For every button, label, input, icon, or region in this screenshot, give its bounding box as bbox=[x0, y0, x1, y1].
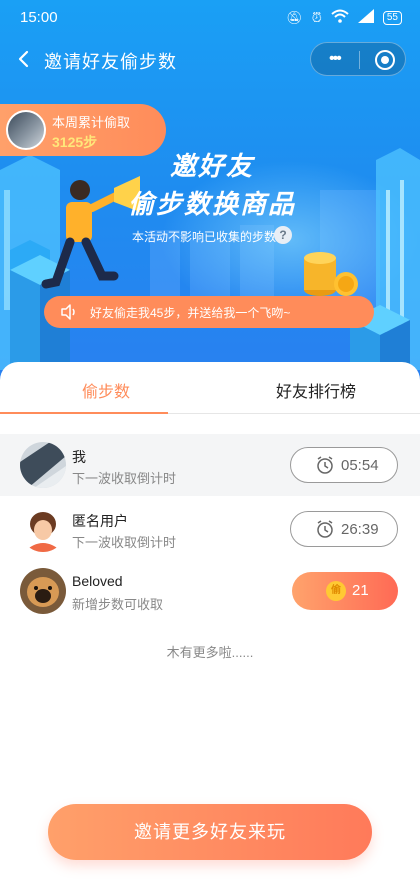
tab-bar: 偷步数 好友排行榜 bbox=[0, 362, 420, 414]
avatar bbox=[6, 110, 46, 150]
friend-name: 匿名用户 bbox=[72, 513, 128, 529]
list-item[interactable]: 匿名用户 下一波收取倒计时 26:39 bbox=[0, 498, 420, 560]
mute-icon: 🔕︎ bbox=[286, 9, 303, 25]
active-tab-indicator bbox=[0, 412, 168, 414]
page-title: 邀请好友偷步数 bbox=[44, 52, 177, 72]
list-item[interactable]: Beloved 新增步数可收取 偷 21 bbox=[0, 560, 420, 622]
nav-bar: 邀请好友偷步数 ••• bbox=[0, 36, 420, 82]
weekly-steal-label: 本周累计偷取 bbox=[52, 115, 131, 130]
friend-name: Beloved bbox=[72, 573, 123, 589]
coins-illustration bbox=[304, 252, 358, 296]
hero-title-line1: 邀好友 bbox=[170, 151, 255, 181]
status-bar: 15:00 🔕︎ ⏰︎ 55 bbox=[0, 0, 420, 36]
more-dots-icon[interactable]: ••• bbox=[329, 51, 342, 67]
notice-text: 好友偷走我45步，并送给我一个飞吻~ bbox=[90, 306, 291, 320]
back-arrow-icon[interactable] bbox=[10, 44, 40, 74]
tab-steal-steps[interactable]: 偷步数 bbox=[82, 378, 130, 402]
collectable-steps: 21 bbox=[352, 582, 369, 599]
friend-name: 我 bbox=[72, 449, 86, 465]
speaker-icon bbox=[61, 304, 75, 320]
avatar bbox=[20, 442, 66, 488]
close-target-icon[interactable] bbox=[375, 50, 395, 70]
help-icon[interactable]: ? bbox=[274, 226, 292, 244]
alarm-clock-icon bbox=[317, 456, 333, 474]
tab-friend-ranking[interactable]: 好友排行榜 bbox=[276, 378, 356, 402]
countdown-button[interactable]: 05:54 bbox=[290, 447, 398, 483]
hero-title-line2: 偷步数换商品 bbox=[128, 189, 297, 219]
collect-steps-button[interactable]: 偷 21 bbox=[292, 572, 398, 610]
countdown-time: 26:39 bbox=[341, 521, 379, 538]
avatar bbox=[20, 568, 66, 614]
steal-coin-icon: 偷 bbox=[326, 581, 346, 601]
list-end-text: 木有更多啦...... bbox=[166, 645, 254, 660]
miniprogram-capsule: ••• bbox=[310, 42, 406, 76]
avatar bbox=[20, 506, 66, 552]
invite-friends-button[interactable]: 邀请更多好友来玩 bbox=[48, 804, 372, 860]
signal-icon bbox=[357, 9, 374, 26]
friend-status: 新增步数可收取 bbox=[72, 597, 164, 612]
main-card: 偷步数 好友排行榜 我 下一波收取倒计时 05:54 匿名用户 下一波收取倒计时… bbox=[0, 362, 420, 887]
friend-status: 下一波收取倒计时 bbox=[72, 535, 177, 550]
status-icons: 🔕︎ ⏰︎ 55 bbox=[286, 9, 402, 26]
countdown-time: 05:54 bbox=[341, 457, 379, 474]
hero-subtitle: 本活动不影响已收集的步数 bbox=[132, 230, 277, 244]
friend-status: 下一波收取倒计时 bbox=[72, 471, 177, 486]
weekly-steal-value: 3125步 bbox=[52, 134, 98, 150]
alarm-clock-icon bbox=[317, 520, 333, 538]
battery-icon: 55 bbox=[382, 10, 402, 25]
wifi-icon bbox=[331, 9, 349, 26]
weekly-steal-badge: 本周累计偷取 3125步 bbox=[0, 104, 166, 156]
capsule-divider bbox=[359, 51, 360, 69]
countdown-button[interactable]: 26:39 bbox=[290, 511, 398, 547]
status-time: 15:00 bbox=[20, 9, 58, 26]
list-item[interactable]: 我 下一波收取倒计时 05:54 bbox=[0, 434, 420, 496]
notice-bar: 好友偷走我45步，并送给我一个飞吻~ bbox=[44, 296, 374, 328]
alarm-icon: ⏰︎ bbox=[311, 9, 322, 25]
